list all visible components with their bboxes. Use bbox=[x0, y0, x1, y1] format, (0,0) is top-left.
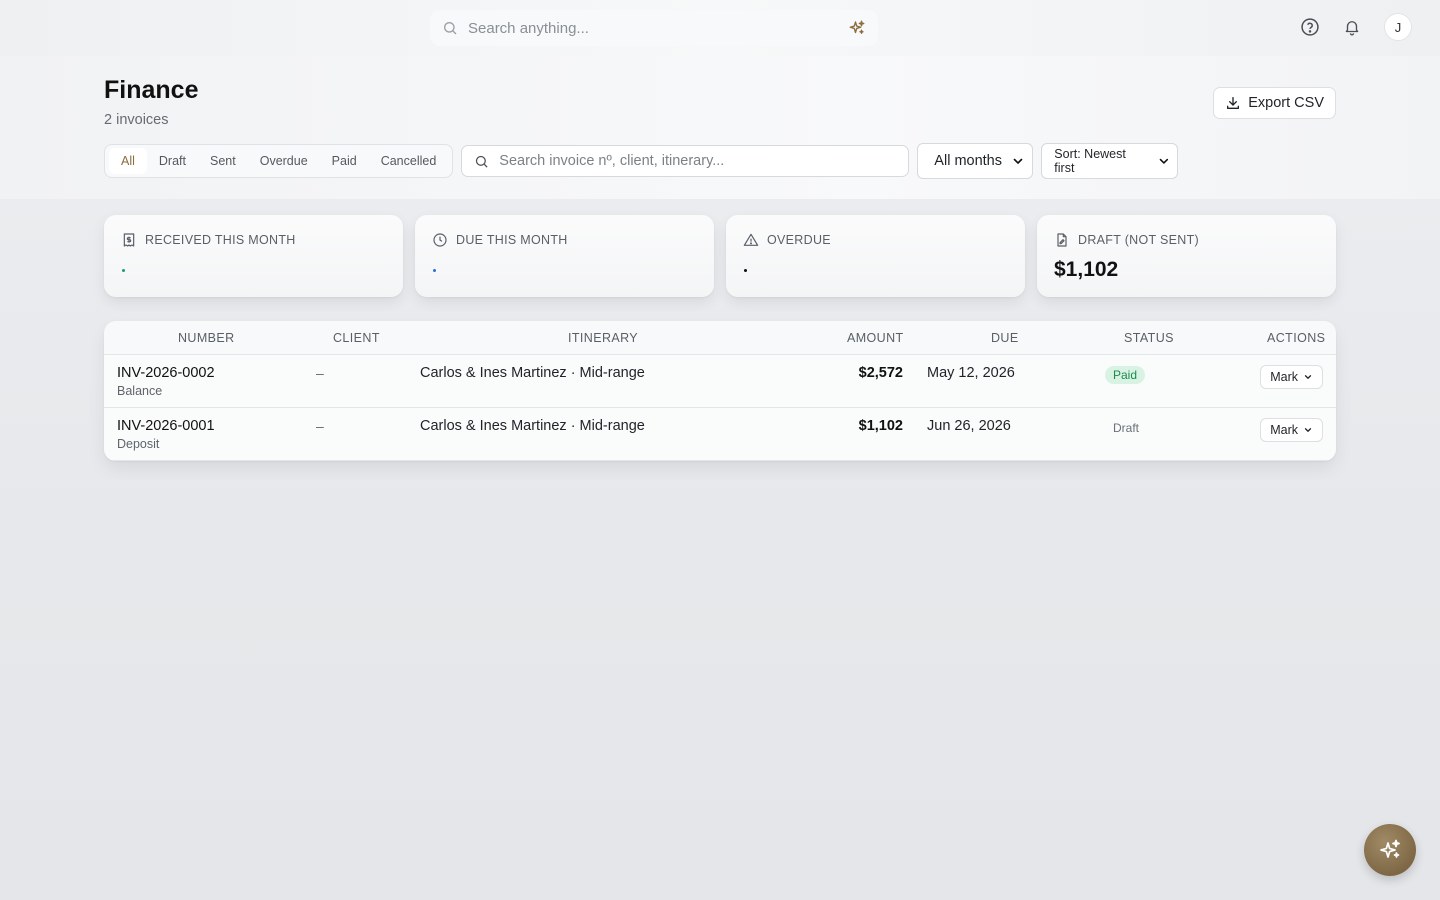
invoice-search-input[interactable] bbox=[499, 153, 897, 169]
table-header: NUMBER CLIENT ITINERARY AMOUNT DUE STATU… bbox=[104, 321, 1336, 355]
file-edit-icon bbox=[1057, 233, 1067, 247]
chevron-down-icon bbox=[1013, 158, 1023, 164]
stat-indicator-dot bbox=[744, 268, 747, 272]
mark-label: Mark bbox=[1270, 423, 1298, 437]
stat-received-this-month: RECEIVED THIS MONTH bbox=[104, 215, 403, 297]
stat-indicator-dot bbox=[433, 268, 436, 272]
invoice-amount: $2,572 bbox=[858, 365, 903, 381]
page-title: Finance bbox=[104, 76, 199, 104]
stat-due-this-month: DUE THIS MONTH bbox=[415, 215, 714, 297]
invoice-due-date: May 12, 2026 bbox=[927, 365, 1015, 381]
top-actions: J bbox=[1296, 13, 1412, 41]
column-header-amount[interactable]: AMOUNT bbox=[847, 331, 904, 345]
invoice-number[interactable]: INV-2026-0001 bbox=[117, 418, 215, 434]
receipt-dollar-icon bbox=[123, 233, 135, 247]
search-icon bbox=[476, 155, 488, 168]
table-row[interactable]: INV-2026-0002 Balance – Carlos & Ines Ma… bbox=[104, 355, 1336, 408]
sort-select[interactable]: Sort: Newest first bbox=[1041, 143, 1179, 179]
tab-cancelled[interactable]: Cancelled bbox=[369, 148, 449, 174]
sparkles-icon bbox=[1380, 839, 1400, 858]
global-search[interactable] bbox=[430, 10, 878, 46]
invoice-type: Balance bbox=[117, 384, 163, 398]
invoice-number[interactable]: INV-2026-0002 bbox=[117, 365, 215, 381]
warning-triangle-icon bbox=[743, 233, 759, 246]
stat-value: $1,102 bbox=[1054, 258, 1119, 281]
help-circle-icon bbox=[1301, 18, 1319, 36]
table-row[interactable]: INV-2026-0001 Deposit – Carlos & Ines Ma… bbox=[104, 408, 1336, 461]
tab-sent[interactable]: Sent bbox=[198, 148, 248, 174]
invoice-type: Deposit bbox=[117, 437, 160, 451]
top-bar: J bbox=[0, 0, 1440, 56]
status-badge: Draft bbox=[1113, 421, 1140, 435]
column-header-client[interactable]: CLIENT bbox=[333, 331, 380, 345]
tab-draft[interactable]: Draft bbox=[147, 148, 198, 174]
invoice-search[interactable] bbox=[461, 145, 910, 177]
clock-icon bbox=[433, 233, 447, 247]
export-csv-button[interactable]: Export CSV bbox=[1213, 87, 1336, 119]
stat-overdue: OVERDUE bbox=[726, 215, 1025, 297]
invoice-client: – bbox=[316, 365, 324, 381]
column-header-status[interactable]: STATUS bbox=[1124, 331, 1174, 345]
invoice-itinerary[interactable]: Carlos & Ines Martinez · Mid-range bbox=[420, 365, 645, 381]
ai-assistant-button[interactable] bbox=[1364, 824, 1416, 876]
download-icon bbox=[1227, 97, 1240, 109]
bell-icon bbox=[1345, 21, 1359, 36]
mark-dropdown-button[interactable]: Mark bbox=[1260, 418, 1323, 442]
search-icon bbox=[444, 22, 457, 35]
sparkles-icon[interactable] bbox=[848, 19, 866, 37]
tab-paid[interactable]: Paid bbox=[320, 148, 369, 174]
sort-select-value: Sort: Newest first bbox=[1054, 147, 1126, 175]
invoice-due-date: Jun 26, 2026 bbox=[927, 418, 1011, 434]
page-header: Finance 2 invoices Export CSV All Draft … bbox=[0, 56, 1440, 199]
chevron-down-icon bbox=[1159, 158, 1168, 164]
stat-label: OVERDUE bbox=[767, 233, 831, 247]
tab-all[interactable]: All bbox=[109, 148, 147, 174]
invoice-count: 2 invoices bbox=[104, 112, 169, 128]
mark-dropdown-button[interactable]: Mark bbox=[1260, 365, 1323, 389]
invoice-client: – bbox=[316, 418, 324, 434]
stat-label: DUE THIS MONTH bbox=[456, 233, 568, 247]
column-header-due[interactable]: DUE bbox=[991, 331, 1019, 345]
chevron-down-icon bbox=[1304, 428, 1312, 432]
tab-overdue[interactable]: Overdue bbox=[248, 148, 320, 174]
column-header-number[interactable]: NUMBER bbox=[178, 331, 235, 345]
global-search-input[interactable] bbox=[468, 19, 848, 37]
stat-indicator-dot bbox=[122, 268, 125, 272]
stat-label: RECEIVED THIS MONTH bbox=[145, 233, 296, 247]
status-tabs: All Draft Sent Overdue Paid Cancelled bbox=[104, 144, 454, 178]
notifications-button[interactable] bbox=[1338, 13, 1366, 41]
month-select-value: All months bbox=[934, 153, 1002, 169]
help-button[interactable] bbox=[1296, 13, 1324, 41]
stats-row: RECEIVED THIS MONTH DUE THIS MONTH OVERD… bbox=[104, 215, 1336, 297]
invoice-itinerary[interactable]: Carlos & Ines Martinez · Mid-range bbox=[420, 418, 645, 434]
month-select[interactable]: All months bbox=[917, 143, 1034, 179]
mark-label: Mark bbox=[1270, 370, 1298, 384]
stat-label: DRAFT (NOT SENT) bbox=[1078, 233, 1200, 247]
status-badge: Paid bbox=[1105, 366, 1146, 384]
chevron-down-icon bbox=[1304, 375, 1312, 379]
filter-bar: All Draft Sent Overdue Paid Cancelled Al… bbox=[104, 143, 1179, 179]
export-csv-label: Export CSV bbox=[1248, 95, 1324, 111]
invoice-amount: $1,102 bbox=[858, 418, 903, 434]
avatar[interactable]: J bbox=[1384, 13, 1412, 41]
column-header-actions: ACTIONS bbox=[1267, 331, 1326, 345]
column-header-itinerary[interactable]: ITINERARY bbox=[568, 331, 638, 345]
invoices-table: NUMBER CLIENT ITINERARY AMOUNT DUE STATU… bbox=[104, 321, 1336, 461]
stat-draft-not-sent: DRAFT (NOT SENT) $1,102 bbox=[1037, 215, 1336, 297]
